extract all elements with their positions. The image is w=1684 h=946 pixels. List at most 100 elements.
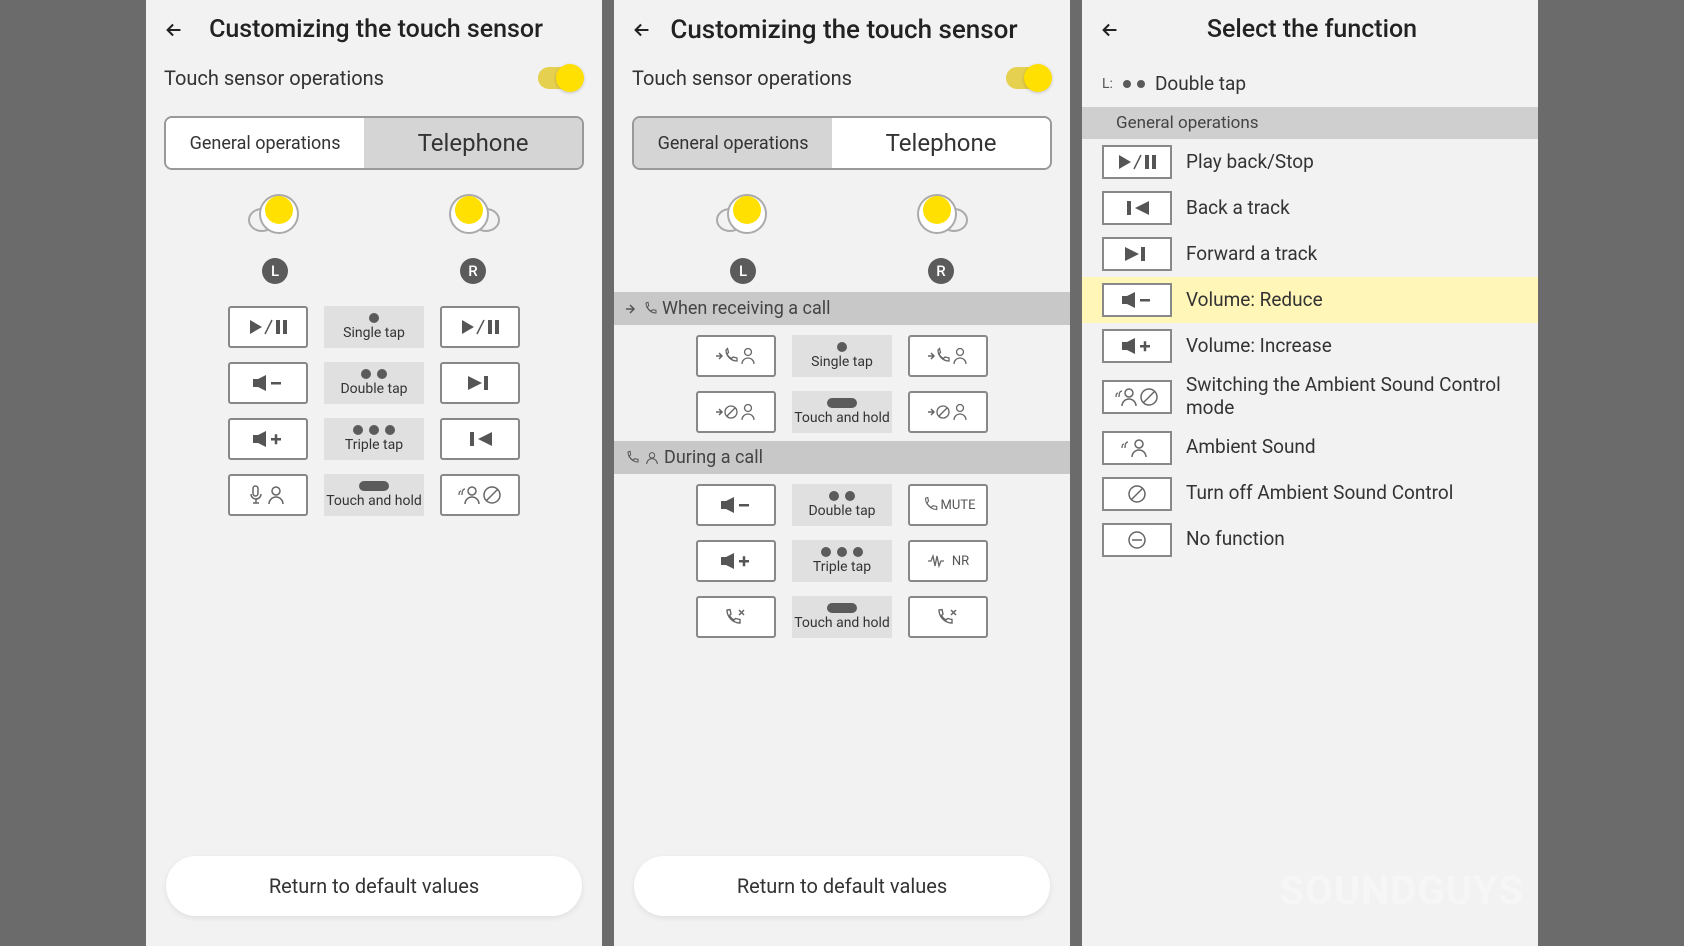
tab-telephone[interactable]: Telephone	[364, 118, 582, 168]
next-track-icon	[466, 374, 494, 392]
screen-select-function: Select the function L: Double tap Genera…	[1082, 0, 1538, 946]
gesture-touch-hold: Touch and hold	[792, 596, 892, 638]
touch-sensor-label: Touch sensor operations	[632, 66, 852, 90]
screen-telephone: Customizing the touch sensor Touch senso…	[614, 0, 1070, 946]
back-button[interactable]	[624, 12, 660, 48]
assign-r-single[interactable]	[440, 306, 520, 348]
gesture-touch-hold: Touch and hold	[792, 391, 892, 433]
incoming-arrow-icon	[624, 302, 638, 316]
func-label: Turn off Ambient Sound Control	[1186, 482, 1453, 505]
assign-r-dur-hold[interactable]	[908, 596, 988, 638]
assign-r-recv-single[interactable]	[908, 335, 988, 377]
gesture-single-tap: Single tap	[792, 335, 892, 377]
waveform-icon	[927, 554, 949, 568]
assign-r-dur-triple[interactable]: NR	[908, 540, 988, 582]
func-label: Back a track	[1186, 197, 1290, 220]
answer-call-icon	[926, 345, 970, 367]
gesture-triple-tap: Triple tap	[324, 418, 424, 460]
volume-up-icon	[1120, 337, 1154, 355]
gesture-touch-hold: Touch and hold	[324, 474, 424, 516]
ambient-switch-icon	[1114, 386, 1160, 408]
func-ambient-off[interactable]: Turn off Ambient Sound Control	[1082, 471, 1538, 517]
gesture-label: Triple tap	[345, 437, 403, 453]
assign-r-hold[interactable]	[440, 474, 520, 516]
gesture-name: Double tap	[1155, 72, 1246, 95]
assignment-grid: Single tap Double tap Triple tap	[146, 292, 602, 524]
assign-l-recv-single[interactable]	[696, 335, 776, 377]
assign-l-dur-triple[interactable]	[696, 540, 776, 582]
earbud-right: R	[442, 190, 504, 284]
assign-r-double[interactable]	[440, 362, 520, 404]
bud-label-right: R	[460, 258, 486, 284]
mic-person-icon	[248, 484, 288, 506]
phone-icon	[624, 450, 640, 466]
tab-segmented-control: General operations Telephone	[164, 116, 584, 170]
toggle-knob	[1024, 64, 1052, 92]
toggle-knob	[556, 64, 584, 92]
back-button[interactable]	[1092, 12, 1128, 48]
section-label: During a call	[664, 447, 763, 468]
function-list: Play back/Stop Back a track Forward a tr…	[1082, 139, 1538, 563]
touch-sensor-toggle[interactable]	[1006, 67, 1050, 89]
list-section-header: General operations	[1082, 107, 1538, 139]
during-grid: Double tap MUTE Triple tap NR Touch and …	[614, 474, 1070, 646]
touch-sensor-toggle[interactable]	[538, 67, 582, 89]
volume-down-icon	[1120, 291, 1154, 309]
phone-icon	[642, 301, 658, 317]
decline-call-icon	[926, 401, 970, 423]
earbud-right-icon	[442, 190, 504, 246]
decline-call-icon	[714, 401, 758, 423]
assign-r-triple[interactable]	[440, 418, 520, 460]
section-receiving-call: When receiving a call	[614, 292, 1070, 325]
subheader: Touch sensor operations	[146, 60, 602, 98]
nr-text: NR	[952, 554, 969, 569]
func-label: Volume: Increase	[1186, 335, 1332, 358]
bud-label-left: L	[730, 258, 756, 284]
earbuds-row: L R	[614, 170, 1070, 292]
return-defaults-button[interactable]: Return to default values	[634, 856, 1050, 916]
gesture-label: Touch and hold	[326, 493, 422, 509]
play-pause-icon	[248, 318, 288, 336]
gesture-single-tap: Single tap	[324, 306, 424, 348]
tab-segmented-control: General operations Telephone	[632, 116, 1052, 170]
earbud-right-icon	[910, 190, 972, 246]
play-pause-icon	[460, 318, 500, 336]
assign-l-dur-double[interactable]	[696, 484, 776, 526]
func-back-track[interactable]: Back a track	[1082, 185, 1538, 231]
func-play-stop[interactable]: Play back/Stop	[1082, 139, 1538, 185]
back-button[interactable]	[156, 12, 192, 48]
volume-down-icon	[251, 374, 285, 392]
assign-r-recv-hold[interactable]	[908, 391, 988, 433]
func-no-function[interactable]: No function	[1082, 517, 1538, 563]
tab-general[interactable]: General operations	[166, 118, 364, 168]
func-volume-reduce[interactable]: Volume: Reduce	[1082, 277, 1538, 323]
phone-icon	[921, 496, 939, 514]
context-info: L: Double tap	[1082, 60, 1538, 107]
gesture-label: Single tap	[811, 354, 873, 370]
assign-l-single[interactable]	[228, 306, 308, 348]
assign-l-hold[interactable]	[228, 474, 308, 516]
gesture-triple-tap: Triple tap	[792, 540, 892, 582]
func-label: Play back/Stop	[1186, 151, 1314, 174]
touch-sensor-label: Touch sensor operations	[164, 66, 384, 90]
gesture-double-tap: Double tap	[792, 484, 892, 526]
tab-general[interactable]: General operations	[634, 118, 832, 168]
tab-telephone[interactable]: Telephone	[832, 118, 1050, 168]
assign-r-dur-double[interactable]: MUTE	[908, 484, 988, 526]
assign-l-recv-hold[interactable]	[696, 391, 776, 433]
func-ambient-sound[interactable]: Ambient Sound	[1082, 425, 1538, 471]
assign-l-dur-hold[interactable]	[696, 596, 776, 638]
return-defaults-button[interactable]: Return to default values	[166, 856, 582, 916]
earbud-left-icon	[712, 190, 774, 246]
ambient-sound-icon	[1120, 437, 1154, 459]
assign-l-triple[interactable]	[228, 418, 308, 460]
func-volume-increase[interactable]: Volume: Increase	[1082, 323, 1538, 369]
func-ambient-switch[interactable]: Switching the Ambient Sound Control mode	[1082, 369, 1538, 425]
ambient-off-icon	[1126, 483, 1148, 505]
assign-l-double[interactable]	[228, 362, 308, 404]
arrow-left-icon	[163, 19, 185, 41]
prev-track-icon	[466, 430, 494, 448]
func-label: Volume: Reduce	[1186, 289, 1323, 312]
side-label: L:	[1102, 76, 1113, 92]
func-forward-track[interactable]: Forward a track	[1082, 231, 1538, 277]
